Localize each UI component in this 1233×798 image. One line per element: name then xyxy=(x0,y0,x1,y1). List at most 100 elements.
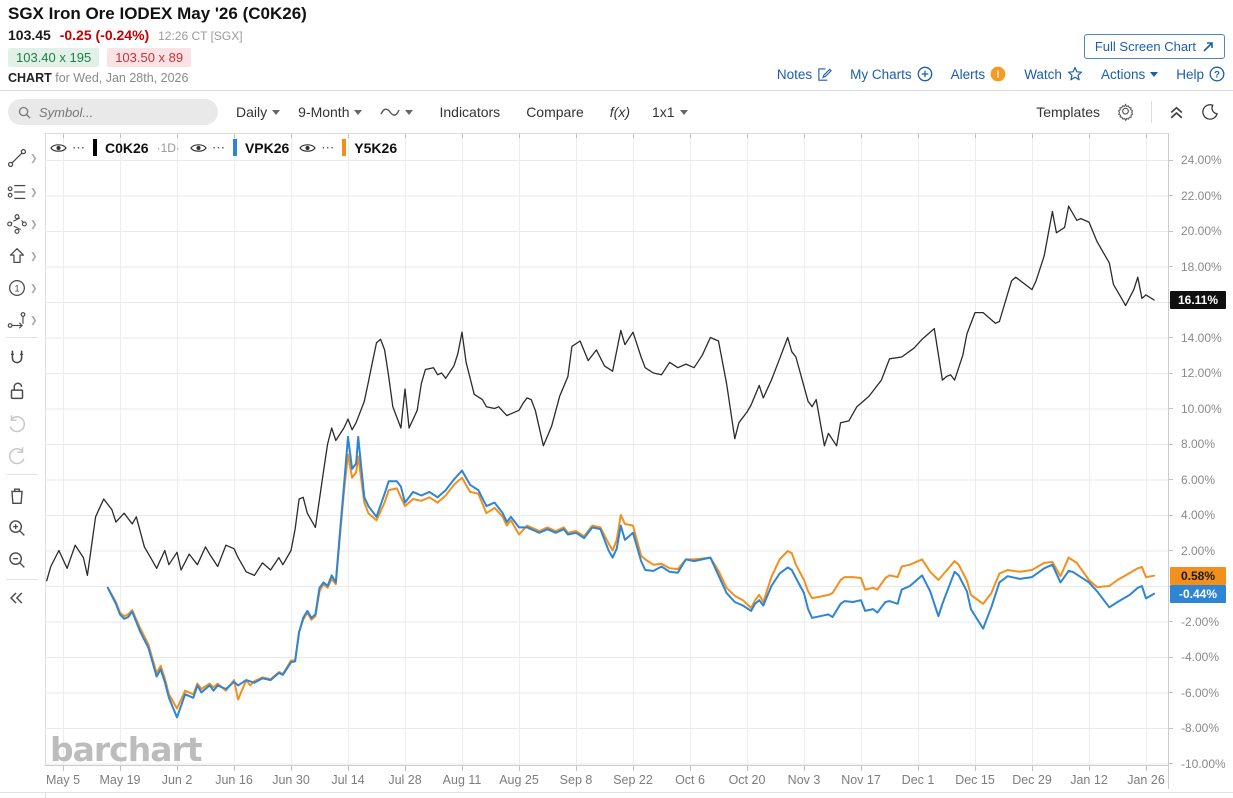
zoom-in-tool[interactable] xyxy=(6,515,40,541)
percent-axis[interactable]: 24.00% 22.00% 20.00% 18.00% 14.00% 12.00% 10.0… xyxy=(1168,133,1233,771)
unlock-drawings-tool[interactable] xyxy=(6,378,40,404)
templates-button[interactable]: Templates xyxy=(1036,104,1100,120)
grid-layout-dropdown[interactable]: 1x1 xyxy=(652,104,688,120)
legend-item-y5k26[interactable]: ⋯ Y5K26 xyxy=(299,139,397,156)
chart-plot-area[interactable] xyxy=(45,133,1168,765)
dark-mode-moon-icon[interactable] xyxy=(1201,103,1219,121)
series-menu-icon[interactable]: ⋯ xyxy=(72,140,86,156)
chart-date-line: CHART for Wed, Jan 28th, 2026 xyxy=(8,71,188,85)
symbol-input[interactable] xyxy=(37,103,191,121)
plus-circle-icon xyxy=(917,66,933,82)
period-dropdown[interactable]: Daily xyxy=(236,104,281,120)
legend-item-vpk26[interactable]: ⋯ VPK26 xyxy=(190,139,289,156)
series-symbol: VPK26 xyxy=(244,139,290,156)
search-icon xyxy=(18,106,31,119)
axis-tick xyxy=(975,766,976,771)
redo-button[interactable] xyxy=(6,442,40,468)
bid-ask-row: 103.40 x 195 103.50 x 89 xyxy=(8,48,192,67)
sidebar-divider xyxy=(6,474,38,475)
fx-label: f(x) xyxy=(609,104,630,120)
eye-visibility-icon[interactable] xyxy=(299,142,317,154)
quote-time: 12:26 CT [SGX] xyxy=(158,29,243,43)
settings-gear-icon[interactable] xyxy=(1116,102,1135,122)
magnet-snap-tool[interactable] xyxy=(6,345,40,371)
plot-right-border xyxy=(1168,133,1169,789)
my-charts-link[interactable]: My Charts xyxy=(850,66,933,82)
toolbar-divider xyxy=(1151,101,1152,123)
chevron-right-icon: ❯ xyxy=(30,152,38,163)
watch-label: Watch xyxy=(1024,66,1062,82)
axis-tick xyxy=(1089,766,1090,771)
notes-link[interactable]: Notes xyxy=(777,67,833,82)
axis-tick xyxy=(177,766,178,771)
trendline-tool[interactable]: ❯ xyxy=(6,145,40,171)
date-axis-label: Sep 8 xyxy=(559,773,593,787)
collapse-sidebar-button[interactable] xyxy=(6,585,40,611)
series-interval: ·1D· xyxy=(156,140,180,155)
axis-tick xyxy=(804,766,805,771)
line-chart-type-icon xyxy=(380,108,401,116)
series-menu-icon[interactable]: ⋯ xyxy=(321,140,335,156)
header-links: Notes My Charts Alerts ! Watch Actions H… xyxy=(777,66,1225,82)
eye-visibility-icon[interactable] xyxy=(50,142,67,154)
period-label: Daily xyxy=(236,104,268,120)
caret-down-icon xyxy=(679,109,688,115)
watch-link[interactable]: Watch xyxy=(1024,66,1083,82)
alerts-link[interactable]: Alerts ! xyxy=(951,66,1007,82)
actions-label: Actions xyxy=(1100,66,1146,82)
zoom-out-tool[interactable] xyxy=(6,547,40,573)
range-dropdown[interactable]: 9-Month xyxy=(298,104,363,120)
percent-axis-label: 18.00% xyxy=(1181,259,1222,274)
legend-item-c0k26[interactable]: ⋯ C0K26 ·1D· xyxy=(50,139,180,156)
collapse-toolbar-icon[interactable] xyxy=(1168,104,1185,121)
eye-visibility-icon[interactable] xyxy=(190,142,207,154)
symbol-search[interactable] xyxy=(8,99,218,125)
shapes-tool[interactable]: ❯ xyxy=(6,211,40,237)
percent-axis-label: -2.00% xyxy=(1181,614,1220,629)
fullscreen-chart-button[interactable]: Full Screen Chart xyxy=(1083,34,1225,59)
last-value-badge-c0k26: 16.11% xyxy=(1170,291,1226,310)
indicators-button[interactable]: Indicators xyxy=(439,104,500,120)
question-circle-icon: ? xyxy=(1209,66,1225,82)
axis-tick xyxy=(120,766,121,771)
axis-tick xyxy=(576,766,577,771)
chart-type-dropdown[interactable] xyxy=(380,106,414,118)
arrow-annotation-tool[interactable]: ❯ xyxy=(6,243,40,269)
actions-menu[interactable]: Actions xyxy=(1100,66,1159,82)
sidebar-divider xyxy=(6,579,38,580)
last-price: 103.45 xyxy=(8,27,51,43)
undo-button[interactable] xyxy=(6,410,40,436)
date-axis-label: Nov 3 xyxy=(787,773,821,787)
fx-button[interactable]: f(x) xyxy=(610,104,630,120)
compare-button[interactable]: Compare xyxy=(526,104,584,120)
series-symbol: C0K26 xyxy=(105,139,149,156)
price-chart-svg[interactable] xyxy=(45,133,1168,765)
number-annotation-tool[interactable]: 1 ❯ xyxy=(6,275,40,301)
series-line-y5k26[interactable] xyxy=(106,453,1156,710)
series-menu-icon[interactable]: ⋯ xyxy=(212,140,226,156)
percent-axis-label: 20.00% xyxy=(1181,224,1222,238)
series-symbol: Y5K26 xyxy=(354,139,398,156)
axis-tick xyxy=(1146,766,1147,771)
fibonacci-tool[interactable]: ❯ xyxy=(6,179,40,205)
date-axis-label: May 19 xyxy=(99,773,141,787)
date-axis-label: Jun 2 xyxy=(161,773,193,787)
date-axis-label: Dec 15 xyxy=(955,773,995,787)
help-link[interactable]: Help ? xyxy=(1176,66,1225,82)
delete-drawings-tool[interactable] xyxy=(6,483,40,509)
svg-text:!: ! xyxy=(996,69,1000,81)
measure-tool[interactable]: ❯ xyxy=(6,307,40,333)
date-axis-label: Dec 29 xyxy=(1012,773,1052,787)
chart-for-text: for Wed, Jan 28th, 2026 xyxy=(55,71,189,85)
date-axis-label: Jul 28 xyxy=(388,773,422,787)
date-axis-label: Jan 26 xyxy=(1127,773,1165,787)
svg-text:1: 1 xyxy=(14,284,19,294)
percent-axis-label: 2.00% xyxy=(1181,543,1216,558)
date-axis[interactable]: May 5 May 19 Jun 2 Jun 16 Jun 30 Jul 14 Jul 28… xyxy=(45,765,1168,793)
price-row: 103.45 -0.25 (-0.24%) 12:26 CT [SGX] xyxy=(8,27,243,43)
bid-chip: 103.40 x 195 xyxy=(8,48,100,67)
chart-legend: ⋯ C0K26 ·1D· ⋯ VPK26 ⋯ Y5K26 xyxy=(50,139,397,156)
axis-tick xyxy=(348,766,349,771)
axis-tick xyxy=(918,766,919,771)
series-line-c0k26[interactable] xyxy=(46,205,1155,582)
